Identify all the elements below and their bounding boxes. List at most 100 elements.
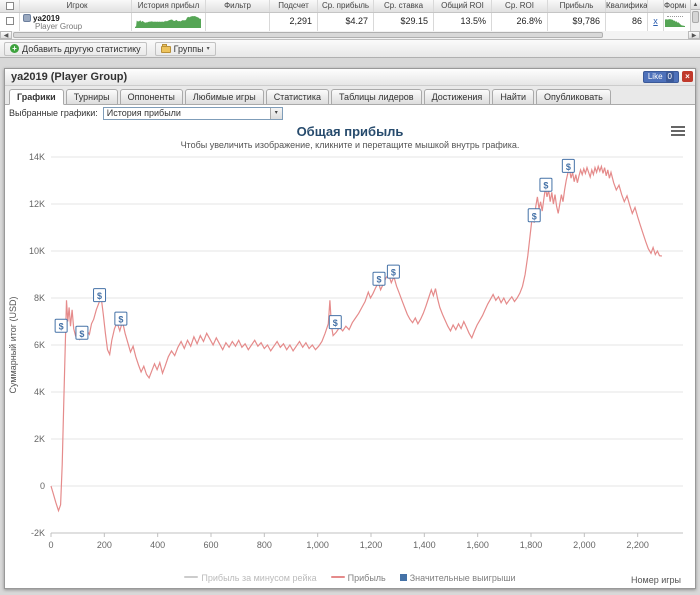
close-icon[interactable]: × (682, 71, 693, 82)
svg-text:6K: 6K (34, 340, 45, 350)
svg-text:1,600: 1,600 (466, 540, 489, 550)
profit-value: $9,786 (548, 13, 606, 31)
legend-label: Значительные выигрыши (409, 573, 516, 583)
column-header-avg-profit[interactable]: Ср. прибыль (318, 0, 374, 12)
legend-item[interactable]: Прибыль (330, 573, 386, 583)
scroll-up-arrow-icon[interactable]: ▲ (691, 0, 700, 10)
chevron-down-icon: ▾ (206, 46, 210, 52)
legend-item[interactable]: Прибыль за минусом рейка (184, 573, 317, 583)
column-header-qualification[interactable]: Квалификаци (606, 0, 648, 12)
avg-profit-value: $4.27 (318, 13, 374, 31)
selected-graphs-label: Выбранные графики: (9, 108, 98, 118)
graph-select-value: История прибыли (106, 107, 181, 118)
tab-graphs[interactable]: Графики (9, 89, 64, 105)
svg-text:$: $ (333, 318, 338, 328)
svg-text:$: $ (376, 275, 381, 285)
legend-square-symbol (399, 574, 407, 581)
chart-title: Общая прибыль (296, 124, 404, 139)
column-header-player[interactable]: Игрок (20, 0, 132, 12)
svg-text:2,200: 2,200 (626, 540, 649, 550)
svg-text:1,400: 1,400 (413, 540, 436, 550)
select-all-checkbox[interactable] (5, 2, 14, 10)
scroll-left-arrow-icon[interactable]: ◀ (0, 31, 12, 39)
column-header-profit[interactable]: Прибыль (548, 0, 606, 12)
remove-link-cell[interactable]: x (648, 13, 664, 31)
tab-find[interactable]: Найти (492, 89, 534, 105)
groups-button[interactable]: Группы ▾ (154, 41, 216, 56)
groups-label: Группы (173, 43, 204, 54)
form-cell (664, 13, 686, 31)
graph-select-row: Выбранные графики: История прибыли ▾ (5, 105, 695, 121)
legend-item[interactable]: Значительные выигрыши (399, 573, 516, 583)
add-statistic-label: Добавить другую статистику (22, 43, 141, 54)
chart-menu-icon[interactable] (671, 126, 685, 137)
scroll-right-arrow-icon[interactable]: ▶ (688, 31, 700, 39)
svg-text:2,000: 2,000 (573, 540, 596, 550)
column-header-avg-stake[interactable]: Ср. ставка (374, 0, 434, 12)
avg-stake-value: $29.15 (374, 13, 434, 31)
table-vertical-scrollbar[interactable]: ▲ (690, 0, 700, 31)
panel-title: ya2019 (Player Group) (11, 71, 128, 83)
svg-text:14K: 14K (29, 152, 45, 162)
remove-link[interactable]: x (648, 13, 663, 30)
svg-text:10K: 10K (29, 246, 45, 256)
table-header-row: Игрок История прибыл Фильтр Подсчет Ср. … (0, 0, 700, 13)
column-header-count[interactable]: Подсчет (270, 0, 318, 12)
filter-cell[interactable] (206, 13, 270, 31)
count-value: 2,291 (270, 13, 318, 31)
svg-text:200: 200 (97, 540, 112, 550)
column-header-avg-roi[interactable]: Ср. ROI (492, 0, 548, 12)
column-header-spacer (648, 0, 664, 12)
svg-text:1,000: 1,000 (306, 540, 329, 550)
results-table: Игрок История прибыл Фильтр Подсчет Ср. … (0, 0, 700, 31)
column-header-total-roi[interactable]: Общий ROI (434, 0, 492, 12)
like-button[interactable]: Like 0 (642, 71, 679, 83)
tab-bar: Графики Турниры Оппоненты Любимые игры С… (5, 86, 695, 105)
svg-text:800: 800 (257, 540, 272, 550)
svg-text:$: $ (59, 322, 64, 332)
legend-line-symbol (330, 576, 345, 578)
tab-opponents[interactable]: Оппоненты (119, 89, 183, 105)
table-row[interactable]: ya2019 Player Group 2,291 $4.27 $29.15 1… (0, 13, 700, 31)
svg-text:$: $ (79, 329, 84, 339)
player-group-label: Player Group (35, 22, 83, 31)
svg-text:Суммарный итог (USD): Суммарный итог (USD) (8, 296, 18, 393)
vertical-scroll-thumb[interactable] (692, 11, 699, 23)
select-all-checkbox-cell[interactable] (0, 0, 20, 12)
svg-text:8K: 8K (34, 293, 45, 303)
column-header-profit-history[interactable]: История прибыл (132, 0, 206, 12)
profit-chart-plot[interactable]: -2K02K4K6K8K10K12K14K0 200 400 600 800 1,000 1… (5, 151, 695, 569)
chart-legend: Прибыль за минусом рейка Прибыль Значитель… (5, 573, 695, 583)
column-header-filter[interactable]: Фильтр (206, 0, 270, 12)
tab-favorite-games[interactable]: Любимые игры (184, 89, 264, 105)
horizontal-scroll-thumb[interactable] (13, 32, 603, 38)
page: Игрок История прибыл Фильтр Подсчет Ср. … (0, 0, 700, 595)
player-panel: ya2019 (Player Group) Like 0 × Графики Т… (4, 68, 696, 589)
tab-leaderboards[interactable]: Таблицы лидеров (330, 89, 422, 105)
profit-history-sparkline-cell[interactable] (132, 13, 206, 31)
form-sparkline (665, 19, 685, 27)
row-checkbox-cell[interactable] (0, 13, 20, 31)
tab-tournaments[interactable]: Турниры (65, 89, 118, 105)
select-dropdown-icon: ▾ (269, 107, 282, 119)
total-roi-value: 13.5% (434, 13, 492, 31)
profit-chart: Общая прибыль Чтобы увеличить изображени… (5, 121, 695, 588)
graph-select[interactable]: История прибыли ▾ (102, 106, 283, 120)
svg-text:600: 600 (203, 540, 218, 550)
chart-x-axis-title: Номер игры (631, 575, 681, 585)
svg-text:$: $ (532, 211, 537, 221)
tab-publish[interactable]: Опубликовать (536, 89, 611, 105)
profit-history-sparkline (135, 16, 201, 28)
legend-label: Прибыль (347, 573, 386, 583)
player-cell[interactable]: ya2019 Player Group (20, 13, 132, 31)
tab-achievements[interactable]: Достижения (423, 89, 491, 105)
column-header-form[interactable]: Форма (664, 0, 686, 12)
like-label: Like (647, 72, 663, 81)
table-horizontal-scrollbar[interactable]: ◀ ▶ (0, 31, 700, 40)
svg-text:1,800: 1,800 (520, 540, 543, 550)
row-checkbox[interactable] (5, 17, 14, 25)
form-baseline (667, 16, 683, 17)
svg-text:12K: 12K (29, 199, 45, 209)
add-statistic-button[interactable]: + Добавить другую статистику (4, 41, 147, 56)
tab-statistics[interactable]: Статистика (265, 89, 329, 105)
